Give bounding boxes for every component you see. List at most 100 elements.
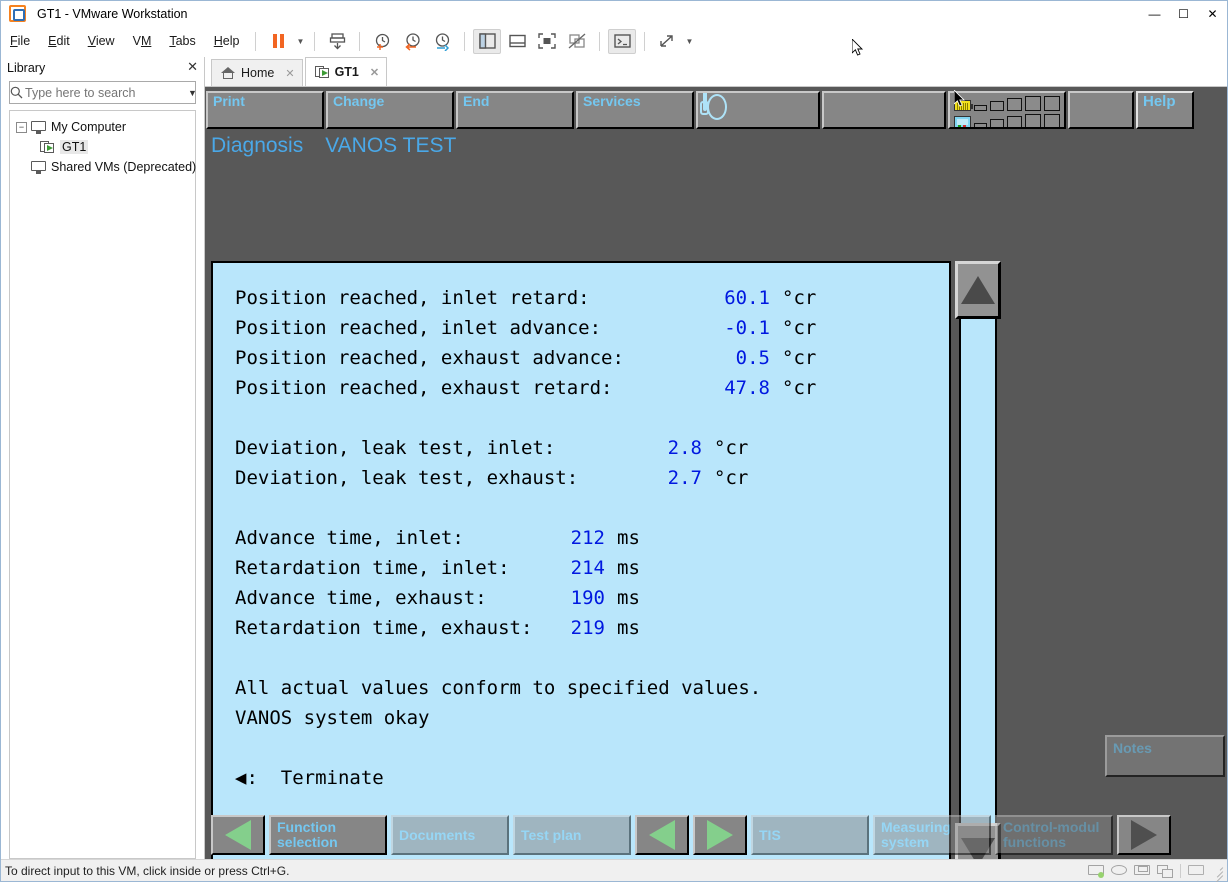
- library-sidebar: Library ✕ ▼ − My Computer: [1, 57, 205, 859]
- tis-button[interactable]: TIS: [751, 815, 869, 855]
- library-title: Library: [7, 61, 46, 75]
- printer-icon[interactable]: [1088, 864, 1104, 878]
- result-value: 219: [570, 617, 605, 639]
- tab-label: Home: [241, 66, 275, 80]
- control-module-functions-button[interactable]: Control-modul functions: [995, 815, 1113, 855]
- library-search[interactable]: ▼: [9, 81, 197, 104]
- chevron-down-icon[interactable]: ▼: [188, 88, 197, 98]
- tree-item-shared-vms[interactable]: Shared VMs (Deprecated): [14, 157, 196, 177]
- forward-arrow-button-2[interactable]: [1117, 815, 1171, 855]
- search-icon: [10, 86, 23, 99]
- documents-button[interactable]: Documents: [391, 815, 509, 855]
- monitor-status-icon: [954, 116, 971, 127]
- result-value: 214: [570, 557, 605, 579]
- vertical-scrollbar[interactable]: [955, 261, 1001, 859]
- toolbar-separator: [599, 31, 601, 51]
- console-icon[interactable]: [608, 28, 637, 54]
- menu-vm[interactable]: VM: [124, 30, 161, 52]
- blank-button-2[interactable]: [1068, 91, 1134, 129]
- end-button[interactable]: End: [456, 91, 574, 129]
- tab-gt1[interactable]: GT1 ✕: [304, 57, 388, 86]
- gt1-top-toolbar: Print Change End Services Help: [205, 87, 1227, 131]
- result-row: Position reached, exhaust advance: 0.5 °cr: [235, 343, 949, 373]
- sidebar-toggle-icon[interactable]: [473, 28, 502, 54]
- vm-display[interactable]: Print Change End Services Help Diagnosis…: [205, 87, 1227, 859]
- menu-help[interactable]: Help: [205, 30, 249, 52]
- result-row: Advance time, inlet: 212 ms: [235, 523, 949, 553]
- result-unit: °cr: [782, 377, 817, 399]
- floppy-icon[interactable]: [1134, 864, 1150, 878]
- status-bar: To direct input to this VM, click inside…: [1, 859, 1227, 882]
- notes-panel[interactable]: Notes: [1105, 735, 1225, 777]
- search-input[interactable]: [23, 84, 188, 101]
- stretch-icon[interactable]: [653, 29, 681, 54]
- scrollbar-track[interactable]: [959, 261, 997, 859]
- close-icon[interactable]: ✕: [285, 67, 294, 80]
- scroll-up-arrow[interactable]: [955, 261, 1001, 319]
- right-arrow-icon: [1131, 820, 1157, 850]
- result-label: Deviation, leak test, inlet:: [235, 437, 556, 459]
- notes-label: Notes: [1113, 740, 1152, 756]
- change-button[interactable]: Change: [326, 91, 454, 129]
- vm-icon: [40, 140, 55, 154]
- services-button[interactable]: Services: [576, 91, 694, 129]
- pause-icon[interactable]: [264, 29, 292, 54]
- vm-tree: − My Computer GT1 Shared VMs (Deprecated…: [9, 110, 196, 859]
- snapshot-icon[interactable]: [323, 29, 351, 54]
- back-arrow-button-1[interactable]: [211, 815, 265, 855]
- result-value: 47.8: [724, 377, 770, 399]
- menu-edit[interactable]: Edit: [39, 30, 79, 52]
- maximize-button[interactable]: ☐: [1169, 1, 1198, 26]
- chevron-down-icon[interactable]: ▼: [293, 29, 307, 54]
- chevron-down-icon[interactable]: ▼: [682, 29, 696, 54]
- tree-item-label: Shared VMs (Deprecated): [51, 160, 197, 174]
- take-snapshot-icon[interactable]: [368, 29, 396, 54]
- blank-button-1[interactable]: [822, 91, 946, 129]
- unity-mode-icon[interactable]: [563, 29, 591, 54]
- snapshot-manager-icon[interactable]: [428, 29, 456, 54]
- document-icon[interactable]: [1188, 864, 1204, 878]
- function-selection-button[interactable]: Function selection: [269, 815, 387, 855]
- network-icon[interactable]: [1157, 864, 1173, 878]
- result-unit: °cr: [782, 347, 817, 369]
- monitor-icon: [31, 120, 46, 134]
- result-value: 212: [570, 527, 605, 549]
- toolbar-separator: [464, 31, 466, 51]
- tree-item-my-computer[interactable]: − My Computer: [14, 117, 191, 137]
- help-button[interactable]: Help: [1136, 91, 1194, 129]
- vmware-workstation-window: GT1 - VMware Workstation — ☐ ✕ File Edit…: [0, 0, 1228, 882]
- resize-grip-icon[interactable]: [1211, 865, 1224, 882]
- cd-drive-icon[interactable]: [1111, 864, 1127, 878]
- signal-strength-widget: [950, 93, 1064, 127]
- revert-snapshot-icon[interactable]: [398, 29, 426, 54]
- menu-view[interactable]: View: [79, 30, 124, 52]
- tab-home[interactable]: Home ✕: [211, 59, 303, 86]
- minimize-button[interactable]: —: [1140, 1, 1169, 26]
- test-plan-button[interactable]: Test plan: [513, 815, 631, 855]
- measuring-system-button[interactable]: Measuring system: [873, 815, 991, 855]
- close-icon[interactable]: ✕: [187, 59, 198, 75]
- thumbnail-bar-icon[interactable]: [503, 29, 531, 54]
- close-button[interactable]: ✕: [1198, 1, 1227, 26]
- vm-icon: [314, 65, 330, 79]
- result-value: 0.5: [735, 347, 770, 369]
- gt1-bottom-toolbar: Function selection Documents Test plan T…: [205, 815, 1227, 855]
- back-arrow-button-2[interactable]: [635, 815, 689, 855]
- menu-file[interactable]: File: [1, 30, 39, 52]
- fullscreen-icon[interactable]: [533, 29, 561, 54]
- tree-item-gt1[interactable]: GT1: [14, 137, 191, 157]
- menu-tabs[interactable]: Tabs: [160, 30, 204, 52]
- close-icon[interactable]: ✕: [370, 66, 379, 79]
- print-button[interactable]: Print: [206, 91, 324, 129]
- status-icon-group: [1088, 860, 1224, 882]
- result-unit: ms: [617, 617, 640, 639]
- signal-strength-button[interactable]: [948, 91, 1066, 129]
- collapse-icon[interactable]: −: [16, 121, 27, 133]
- forward-arrow-button-1[interactable]: [693, 815, 747, 855]
- battery-indicator-button[interactable]: [696, 91, 820, 129]
- result-value: -0.1: [724, 317, 770, 339]
- result-row: Retardation time, inlet: 214 ms: [235, 553, 949, 583]
- result-label: Position reached, inlet retard:: [235, 287, 590, 309]
- result-unit: °cr: [782, 317, 817, 339]
